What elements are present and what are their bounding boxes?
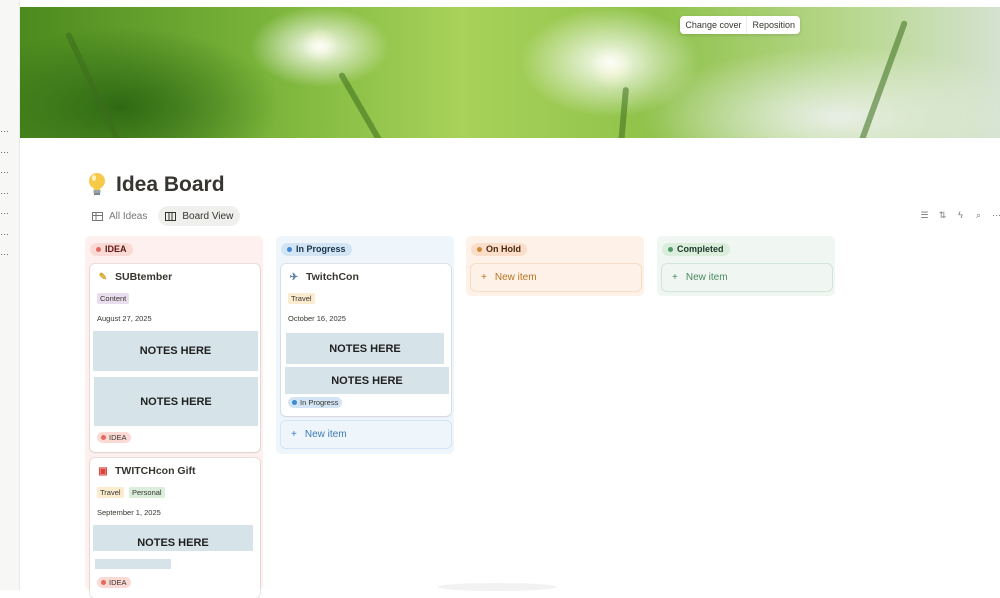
tab-label: All Ideas [109, 210, 148, 222]
card-date: August 27, 2025 [97, 314, 152, 323]
tag: Travel [288, 293, 315, 304]
status-dot [96, 246, 101, 252]
new-item-label: New item [304, 429, 347, 440]
tag: Personal [129, 487, 165, 498]
view-toolbar: ☰ ⇅ ϟ ⌕ ⋯ [920, 211, 1000, 220]
sort-icon[interactable]: ⇅ [938, 211, 947, 220]
plus-icon: + [481, 272, 487, 283]
sidebar: … … … … … … … [0, 0, 20, 590]
notes-block: NOTES HERE [93, 331, 258, 371]
board-card[interactable]: ▣ TWITCHcon Gift Travel Personal Septemb… [90, 458, 260, 598]
automation-icon[interactable]: ϟ [956, 211, 965, 220]
notes-block: NOTES HERE [93, 525, 253, 551]
column-title: IDEA [105, 244, 127, 254]
notes-block: NOTES HERE [285, 367, 449, 394]
status-dot [101, 435, 106, 440]
notes-block [95, 559, 171, 569]
sidebar-item[interactable]: … [0, 125, 8, 134]
card-title: SUBtember [115, 271, 173, 283]
new-item-button[interactable]: + New item [471, 264, 641, 291]
column-title: On Hold [486, 244, 521, 254]
tab-all-ideas[interactable]: All Ideas [85, 206, 154, 226]
sidebar-item[interactable]: … [0, 207, 8, 216]
column-header-pill[interactable]: IDEA [90, 242, 133, 256]
status-badge: IDEA [97, 577, 131, 588]
board-card[interactable]: ✎ SUBtember Content August 27, 2025 NOTE… [90, 264, 260, 452]
column-header-pill[interactable]: Completed [662, 242, 730, 256]
sidebar-item[interactable]: … [0, 187, 8, 196]
reposition-button[interactable]: Reposition [746, 16, 800, 34]
board-icon [165, 211, 177, 221]
status-label: IDEA [109, 578, 127, 587]
board-card[interactable]: ✈ TwitchCon Travel October 16, 2025 NOTE… [281, 264, 451, 416]
status-dot [287, 246, 292, 252]
view-tabs: All Ideas Board View [85, 206, 241, 226]
column-header-pill[interactable]: On Hold [471, 242, 527, 256]
sidebar-item[interactable]: … [0, 146, 8, 155]
tag: Content [97, 293, 130, 304]
board-column-in-progress: In Progress ✈ TwitchCon Travel October 1… [276, 236, 454, 454]
board-column-on-hold: On Hold + New item [466, 236, 644, 296]
sidebar-item[interactable]: … [0, 166, 8, 175]
card-date: October 16, 2025 [288, 314, 346, 323]
new-item-label: New item [685, 272, 728, 283]
card-date: September 1, 2025 [97, 508, 161, 517]
notes-text: NOTES HERE [139, 345, 212, 357]
sidebar-item[interactable]: … [0, 248, 8, 257]
page-title[interactable]: Idea Board [116, 173, 225, 197]
status-label: IDEA [109, 433, 127, 442]
change-cover-button[interactable]: Change cover [680, 16, 746, 34]
table-icon [92, 211, 103, 221]
notes-text: NOTES HERE [329, 342, 401, 355]
notes-text: NOTES HERE [137, 537, 209, 549]
status-dot [668, 246, 673, 252]
sidebar-item[interactable]: … [0, 228, 8, 237]
notes-text: NOTES HERE [140, 395, 212, 408]
airplane-icon: ✈ [289, 271, 299, 283]
plus-icon: + [291, 429, 297, 440]
more-icon[interactable]: ⋯ [992, 211, 1000, 220]
column-title: Completed [677, 244, 724, 254]
plus-icon: + [672, 272, 678, 283]
tab-label: Board View [182, 210, 234, 222]
tag: Travel [97, 487, 124, 498]
board-column-idea: IDEA ✎ SUBtember Content August 27, 2025… [85, 236, 263, 598]
cover-actions: Change cover Reposition [680, 16, 800, 34]
notes-block: NOTES HERE [286, 333, 444, 364]
card-title: TWITCHcon Gift [115, 465, 196, 477]
gift-icon: ▣ [98, 465, 108, 477]
lightbulb-icon[interactable] [88, 172, 106, 198]
search-icon[interactable]: ⌕ [974, 211, 983, 220]
board-column-completed: Completed + New item [657, 236, 835, 296]
new-item-button[interactable]: + New item [281, 421, 451, 448]
status-dot [292, 400, 297, 405]
column-header-pill[interactable]: In Progress [281, 242, 352, 256]
notes-text: NOTES HERE [331, 374, 403, 387]
column-title: In Progress [296, 244, 346, 254]
status-label: In Progress [300, 398, 339, 407]
notes-block: NOTES HERE [94, 377, 258, 426]
new-item-label: New item [494, 272, 537, 283]
cover-image: Change cover Reposition [20, 7, 1000, 138]
tab-board-view[interactable]: Board View [158, 206, 241, 226]
status-badge: IDEA [97, 432, 131, 443]
filter-icon[interactable]: ☰ [920, 211, 929, 220]
status-badge: In Progress [288, 397, 343, 408]
status-dot [477, 246, 482, 252]
card-title: TwitchCon [306, 271, 359, 283]
pencil-icon: ✎ [98, 271, 108, 283]
new-item-button[interactable]: + New item [662, 264, 832, 291]
status-dot [101, 580, 106, 585]
